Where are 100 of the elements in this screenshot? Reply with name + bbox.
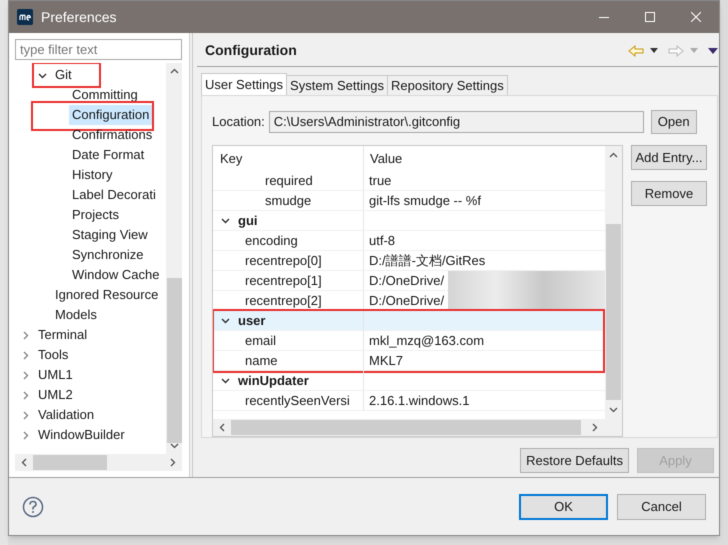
- tree-item[interactable]: WindowBuilder: [35, 425, 128, 445]
- tab[interactable]: Repository Settings: [388, 75, 508, 95]
- table-cell-text: git-lfs smudge -- %f: [369, 192, 481, 210]
- table-cell-text: name: [245, 352, 278, 370]
- tree-item[interactable]: Ignored Resource: [52, 285, 162, 305]
- button[interactable]: Remove: [631, 181, 707, 206]
- location-field: C:\Users\Administrator\.gitconfig: [268, 110, 644, 132]
- table-cell-text: utf-8: [369, 232, 396, 250]
- table-row[interactable]: smudge git-lfs smudge -- %f: [213, 191, 605, 211]
- button[interactable]: OK: [519, 494, 608, 520]
- tab[interactable]: System Settings: [287, 75, 388, 95]
- tree-item[interactable]: Validation: [35, 405, 98, 425]
- expand-chevron-icon[interactable]: [21, 390, 30, 400]
- back-arrow-icon[interactable]: [628, 44, 644, 56]
- open-button[interactable]: Open: [650, 110, 697, 134]
- scroll-left-icon[interactable]: [21, 458, 27, 467]
- vertical-scrollbar[interactable]: [605, 146, 622, 419]
- expand-chevron-icon[interactable]: [21, 330, 30, 340]
- scroll-up-icon[interactable]: [170, 68, 178, 74]
- scroll-left-icon[interactable]: [219, 423, 225, 432]
- tree-item[interactable]: Confirmations: [69, 125, 156, 145]
- expand-chevron-icon[interactable]: [21, 370, 30, 380]
- window-title: Preferences: [41, 8, 116, 26]
- table-cell-text: 2.16.1.windows.1: [369, 392, 470, 410]
- scrollbar-thumb[interactable]: [231, 420, 581, 435]
- filter-field[interactable]: type filter text: [15, 39, 182, 60]
- tree-item[interactable]: Terminal: [35, 325, 90, 345]
- table-row[interactable]: recentlySeenVersi 2.16.1.windows.1: [213, 391, 605, 411]
- table-row[interactable]: email mkl_mzq@163.com: [213, 331, 605, 351]
- close-icon: [691, 12, 701, 22]
- tab[interactable]: User Settings: [201, 73, 288, 95]
- tree-item[interactable]: Synchronize: [69, 245, 147, 265]
- table-cell-text: recentrepo[2]: [245, 292, 322, 310]
- table-cell-text: recentrepo[0]: [245, 252, 322, 270]
- maximize-icon: [645, 12, 655, 22]
- column-header[interactable]: Value: [364, 146, 605, 171]
- expand-chevron-icon[interactable]: [21, 430, 30, 440]
- scrollbar-thumb[interactable]: [33, 455, 107, 470]
- scroll-right-icon[interactable]: [592, 423, 598, 432]
- horizontal-scrollbar[interactable]: [213, 419, 622, 436]
- scrollbar-thumb[interactable]: [606, 224, 621, 400]
- tree-item[interactable]: UML2: [35, 385, 76, 405]
- expand-chevron-icon[interactable]: [21, 410, 30, 420]
- table-row[interactable]: recentrepo[1] D:/OneDrive/: [213, 271, 605, 291]
- table-row[interactable]: winUpdater: [213, 371, 605, 391]
- tree-item[interactable]: Date Format: [69, 145, 148, 165]
- tree-item[interactable]: Git: [52, 65, 75, 85]
- view-menu-icon[interactable]: [708, 48, 718, 54]
- expand-chevron-icon[interactable]: [21, 350, 30, 360]
- table-row[interactable]: required true: [213, 171, 605, 191]
- column-header[interactable]: Key: [213, 146, 364, 171]
- help-icon[interactable]: [22, 496, 44, 518]
- scroll-down-icon[interactable]: [609, 407, 618, 413]
- tree-item[interactable]: Projects: [69, 205, 122, 225]
- button[interactable]: Add Entry...: [631, 145, 707, 170]
- app-logo-icon: [17, 9, 33, 25]
- tree-item[interactable]: Window Cache: [69, 265, 162, 285]
- table-row[interactable]: recentrepo[2] D:/OneDrive/: [213, 291, 605, 311]
- collapse-chevron-icon[interactable]: [221, 216, 230, 225]
- table-cell-text: email: [245, 332, 276, 350]
- table-cell-text: true: [369, 172, 392, 190]
- dropdown-icon[interactable]: [650, 48, 658, 53]
- tree-item[interactable]: History: [69, 165, 116, 185]
- collapse-chevron-icon[interactable]: [221, 316, 230, 325]
- tree-item[interactable]: Label Decorati: [69, 185, 159, 205]
- vertical-scrollbar[interactable]: [166, 63, 182, 454]
- page-title: Configuration: [205, 41, 297, 60]
- forward-arrow-icon: [668, 44, 684, 56]
- table-cell-text: recentlySeenVersi: [245, 392, 350, 410]
- table-cell-text: encoding: [245, 232, 298, 250]
- table-cell-text: MKL7: [369, 352, 403, 370]
- scrollbar-thumb[interactable]: [166, 278, 182, 444]
- table-cell-text: D:/譜譜-文档/GitRes: [369, 252, 486, 270]
- button[interactable]: Restore Defaults: [520, 448, 629, 473]
- tree-item[interactable]: Configuration: [69, 105, 152, 125]
- table-row[interactable]: name MKL7: [213, 351, 605, 371]
- table-row[interactable]: gui: [213, 211, 605, 231]
- tree-item[interactable]: UML1: [35, 365, 76, 385]
- collapse-chevron-icon[interactable]: [38, 70, 47, 80]
- table-row[interactable]: encoding utf-8: [213, 231, 605, 251]
- button[interactable]: Cancel: [617, 494, 706, 520]
- tree-item[interactable]: Models: [52, 305, 100, 325]
- table-cell-text: user: [238, 312, 266, 330]
- table-row[interactable]: user: [213, 311, 605, 331]
- horizontal-scrollbar[interactable]: [15, 454, 182, 471]
- collapse-chevron-icon[interactable]: [221, 376, 230, 385]
- scroll-down-icon[interactable]: [170, 443, 178, 449]
- scroll-up-icon[interactable]: [609, 152, 618, 158]
- tree-item[interactable]: Staging View: [69, 225, 151, 245]
- table-cell-text: recentrepo[1]: [245, 272, 322, 290]
- tree-item[interactable]: Tools: [35, 345, 72, 365]
- table-cell-text: winUpdater: [238, 372, 309, 390]
- table-cell-text: required: [265, 172, 313, 190]
- location-label: Location:: [212, 112, 265, 131]
- table-cell-text: smudge: [265, 192, 312, 210]
- table-cell-text: D:/OneDrive/: [369, 292, 444, 310]
- table-cell-text: gui: [238, 212, 258, 230]
- tree-item[interactable]: Committing: [69, 85, 141, 105]
- scroll-right-icon[interactable]: [170, 458, 176, 467]
- table-cell-text: mkl_mzq@163.com: [369, 332, 484, 350]
